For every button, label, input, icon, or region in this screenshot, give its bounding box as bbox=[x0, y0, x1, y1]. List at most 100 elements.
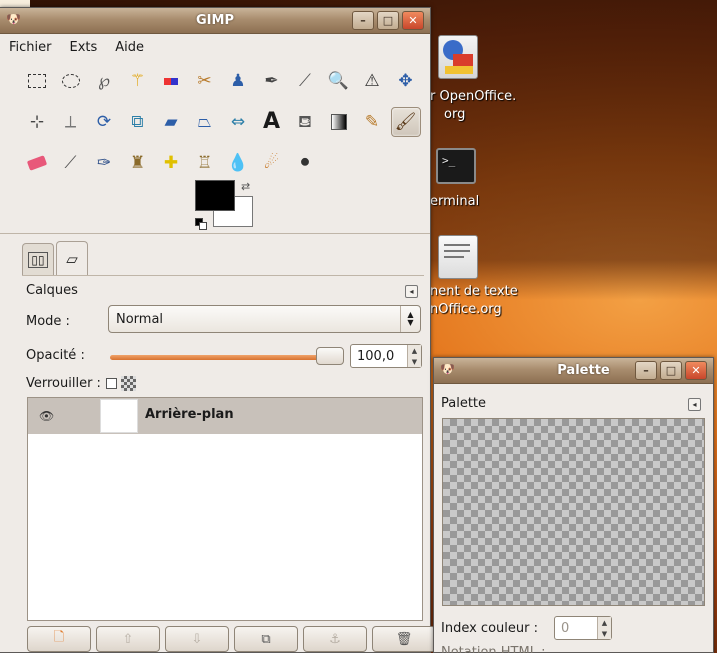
tab-tool-options[interactable]: ▯▯ bbox=[22, 243, 54, 276]
tab-layers[interactable]: ▱ bbox=[56, 241, 88, 276]
menu-fichier[interactable]: Fichier bbox=[5, 37, 56, 58]
minimize-button[interactable]: – bbox=[635, 361, 657, 380]
duplicate-layer-button[interactable]: ⧉ bbox=[234, 626, 298, 652]
arrow-up-icon: ⇧ bbox=[122, 631, 134, 647]
mode-label: Mode : bbox=[26, 314, 70, 329]
maximize-button[interactable]: □ bbox=[660, 361, 682, 380]
new-layer-icon: 🗋 bbox=[53, 630, 65, 645]
dropdown-arrows-icon: ▲ ▼ bbox=[400, 306, 420, 332]
openoffice-calc-icon bbox=[438, 35, 478, 79]
foreground-select-icon[interactable]: ♟ bbox=[223, 66, 253, 96]
layers-panel-header: Calques ◂ bbox=[26, 283, 418, 298]
eraser-icon[interactable] bbox=[22, 148, 52, 178]
close-button[interactable]: ✕ bbox=[402, 11, 424, 30]
free-select-icon[interactable]: ℘ bbox=[89, 66, 119, 96]
layer-thumbnail bbox=[100, 399, 138, 433]
palette-titlebar[interactable]: 🐶 Palette – □ ✕ bbox=[434, 358, 713, 384]
swap-colors-icon[interactable]: ⇄ bbox=[241, 180, 250, 193]
lock-label: Verrouiller : bbox=[26, 376, 101, 391]
panel-menu-button[interactable]: ◂ bbox=[405, 285, 418, 298]
menubar: Fichier Exts Aide bbox=[0, 34, 430, 60]
gimp-titlebar[interactable]: 🐶 GIMP – □ ✕ bbox=[0, 8, 430, 34]
arrow-down-icon: ⇩ bbox=[191, 631, 203, 647]
rect-select-icon[interactable] bbox=[22, 66, 52, 96]
airbrush-icon[interactable]: ⟋ bbox=[56, 148, 86, 178]
menu-exts[interactable]: Exts bbox=[66, 37, 102, 58]
text-icon[interactable]: A bbox=[257, 107, 287, 137]
mode-value: Normal bbox=[116, 311, 164, 327]
perspective-icon[interactable]: ⏢ bbox=[190, 107, 220, 137]
close-button[interactable]: ✕ bbox=[685, 361, 707, 380]
desktop-icon-label: org bbox=[444, 107, 466, 122]
blur-icon[interactable]: 💧 bbox=[223, 148, 253, 178]
flip-icon[interactable]: ⇔ bbox=[223, 107, 253, 137]
opacity-label: Opacité : bbox=[26, 348, 85, 363]
rotate-icon[interactable]: ⟳ bbox=[89, 107, 119, 137]
perspective-clone-icon[interactable]: ♖ bbox=[190, 148, 220, 178]
opacity-spinbox[interactable]: 100,0 ▲ ▼ bbox=[350, 344, 422, 368]
pencil-icon[interactable]: ✎ bbox=[357, 107, 387, 137]
scissors-icon[interactable]: ✂ bbox=[190, 66, 220, 96]
panel-title: Calques bbox=[26, 283, 78, 298]
lock-alpha-checkbox[interactable] bbox=[105, 378, 117, 389]
palette-color-view[interactable] bbox=[442, 418, 705, 606]
foreground-color-swatch[interactable] bbox=[195, 180, 235, 211]
crop-icon[interactable]: ⟂ bbox=[56, 107, 86, 137]
ellipse-select-icon[interactable] bbox=[56, 66, 86, 96]
layer-row[interactable]: 👁 Arrière-plan bbox=[28, 398, 422, 434]
duplicate-icon: ⧉ bbox=[261, 631, 271, 647]
index-value: 0 bbox=[560, 620, 570, 636]
layer-name: Arrière-plan bbox=[145, 407, 234, 422]
desktop-icon-openoffice-calc[interactable]: r OpenOffice. org bbox=[430, 35, 540, 125]
panel-title: Palette bbox=[441, 396, 487, 411]
maximize-button[interactable]: □ bbox=[377, 11, 399, 30]
lower-layer-button[interactable]: ⇩ bbox=[165, 626, 229, 652]
blend-icon[interactable] bbox=[324, 107, 354, 137]
dodge-burn-icon[interactable]: ⚫ bbox=[290, 148, 320, 178]
menu-aide[interactable]: Aide bbox=[111, 37, 148, 58]
visibility-eye-icon[interactable]: 👁 bbox=[39, 409, 54, 423]
anchor-layer-button[interactable]: ⚓ bbox=[303, 626, 367, 652]
paintbrush-icon[interactable]: 🖌 bbox=[390, 107, 421, 137]
desktop-icon-terminal[interactable]: >_ erminal bbox=[430, 148, 540, 218]
gimp-toolbox-window: 🐶 GIMP – □ ✕ Fichier Exts Aide ℘ ⚚ ✂ ♟ ✒… bbox=[0, 7, 436, 653]
dock-tabs: ▯▯ ▱ bbox=[22, 241, 88, 276]
scale-icon[interactable]: ⧉ bbox=[123, 107, 153, 137]
select-by-color-icon[interactable] bbox=[156, 66, 186, 96]
mode-dropdown[interactable]: Normal ▲ ▼ bbox=[108, 305, 421, 333]
desktop-icon-label: nent de texte bbox=[430, 284, 518, 299]
paths-icon[interactable]: ✒ bbox=[257, 66, 287, 96]
panel-menu-button[interactable]: ◂ bbox=[688, 398, 701, 411]
tool-options-icon: ▯▯ bbox=[28, 252, 48, 268]
opacity-slider-handle[interactable] bbox=[316, 347, 344, 365]
delete-layer-button[interactable]: 🗑 bbox=[372, 626, 436, 652]
opacity-slider[interactable] bbox=[110, 347, 344, 365]
heal-icon[interactable]: ✚ bbox=[156, 148, 186, 178]
spin-buttons-icon[interactable]: ▲ ▼ bbox=[407, 345, 421, 367]
fuzzy-select-icon[interactable]: ⚚ bbox=[123, 66, 153, 96]
minimize-button[interactable]: – bbox=[352, 11, 374, 30]
spin-buttons-icon[interactable]: ▲ ▼ bbox=[596, 617, 611, 639]
trash-icon: 🗑 bbox=[395, 631, 413, 647]
measure-icon[interactable]: ⚠ bbox=[357, 66, 387, 96]
desktop-icon-openoffice-writer[interactable]: nent de texte nOffice.org bbox=[430, 235, 540, 325]
desktop-icon-label: erminal bbox=[430, 194, 480, 209]
index-spinbox[interactable]: 0 ▲ ▼ bbox=[553, 616, 612, 640]
shear-icon[interactable]: ▰ bbox=[156, 107, 186, 137]
openoffice-writer-icon bbox=[438, 235, 478, 279]
hex-label: Notation HTML : bbox=[441, 645, 546, 653]
smudge-icon[interactable]: ☄ bbox=[257, 148, 287, 178]
new-layer-button[interactable]: 🗋 bbox=[27, 626, 91, 652]
color-picker-icon[interactable]: ⟋ bbox=[290, 66, 320, 96]
clone-icon[interactable]: ♜ bbox=[123, 148, 153, 178]
move-icon[interactable]: ✥ bbox=[391, 66, 421, 96]
alpha-channel-icon bbox=[120, 376, 136, 391]
zoom-icon[interactable]: 🔍 bbox=[324, 66, 354, 96]
raise-layer-button[interactable]: ⇧ bbox=[96, 626, 160, 652]
layer-actions-bar: 🗋 ⇧ ⇩ ⧉ ⚓ 🗑 bbox=[27, 626, 436, 652]
color-selector[interactable]: ⇄ bbox=[195, 180, 257, 235]
align-icon[interactable]: ⊹ bbox=[22, 107, 52, 137]
bucket-fill-icon[interactable]: ⛾ bbox=[290, 107, 320, 137]
terminal-icon: >_ bbox=[436, 148, 476, 184]
ink-icon[interactable]: ✑ bbox=[89, 148, 119, 178]
